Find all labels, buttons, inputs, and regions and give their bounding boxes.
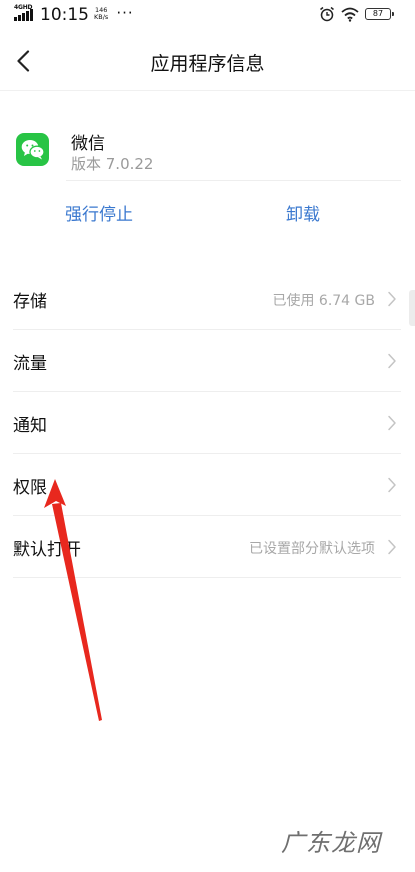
chevron-right-icon xyxy=(388,353,396,369)
settings-list: 存储 已使用 6.74 GB 流量 通知 权限 默认打开 已设置部分默认选项 xyxy=(0,268,415,578)
list-item-permissions[interactable]: 权限 xyxy=(0,454,415,516)
edge-handle xyxy=(409,290,415,326)
list-item-label: 默认打开 xyxy=(13,540,81,560)
status-bar: 4GHD 10:15 146 KB/s ··· 87 xyxy=(0,0,415,30)
cellular-signal-icon: 4GHD xyxy=(14,4,36,24)
chevron-right-icon xyxy=(388,477,396,493)
battery-level: 87 xyxy=(372,9,384,18)
network-speed-unit: KB/s xyxy=(94,13,109,21)
more-notifications-icon: ··· xyxy=(116,4,134,22)
alarm-clock-icon xyxy=(320,6,334,22)
list-item-notifications[interactable]: 通知 xyxy=(0,392,415,454)
battery-icon: 87 xyxy=(365,8,394,20)
wifi-icon xyxy=(341,7,359,22)
list-divider xyxy=(13,577,401,578)
force-stop-button[interactable]: 强行停止 xyxy=(65,200,133,225)
network-speed: 146 KB/s xyxy=(94,7,108,21)
list-item-label: 流量 xyxy=(13,354,47,374)
list-item-label: 通知 xyxy=(13,416,47,436)
list-item-value: 已设置部分默认选项 xyxy=(249,541,375,557)
action-row: 强行停止 卸载 xyxy=(0,190,415,236)
status-time: 10:15 xyxy=(40,5,89,25)
list-item-value: 已使用 6.74 GB xyxy=(272,293,375,309)
list-item-open-by-default[interactable]: 默认打开 已设置部分默认选项 xyxy=(0,516,415,578)
app-version: 版本 7.0.22 xyxy=(71,155,154,173)
wechat-icon xyxy=(16,133,49,166)
app-name: 微信 xyxy=(71,134,105,154)
chevron-right-icon xyxy=(388,539,396,555)
title-divider xyxy=(0,90,415,91)
page-title: 应用程序信息 xyxy=(150,53,265,75)
uninstall-button[interactable]: 卸载 xyxy=(286,200,320,225)
watermark: 广东龙网 xyxy=(281,829,381,857)
card-divider xyxy=(66,180,401,181)
list-item-label: 存储 xyxy=(13,292,47,312)
app-info-card: 微信 版本 7.0.22 xyxy=(0,110,415,182)
chevron-right-icon xyxy=(388,291,396,307)
list-item-storage[interactable]: 存储 已使用 6.74 GB xyxy=(0,268,415,330)
chevron-right-icon xyxy=(388,415,396,431)
list-item-data-usage[interactable]: 流量 xyxy=(0,330,415,392)
list-item-label: 权限 xyxy=(13,478,47,498)
title-bar: 应用程序信息 xyxy=(0,30,415,92)
